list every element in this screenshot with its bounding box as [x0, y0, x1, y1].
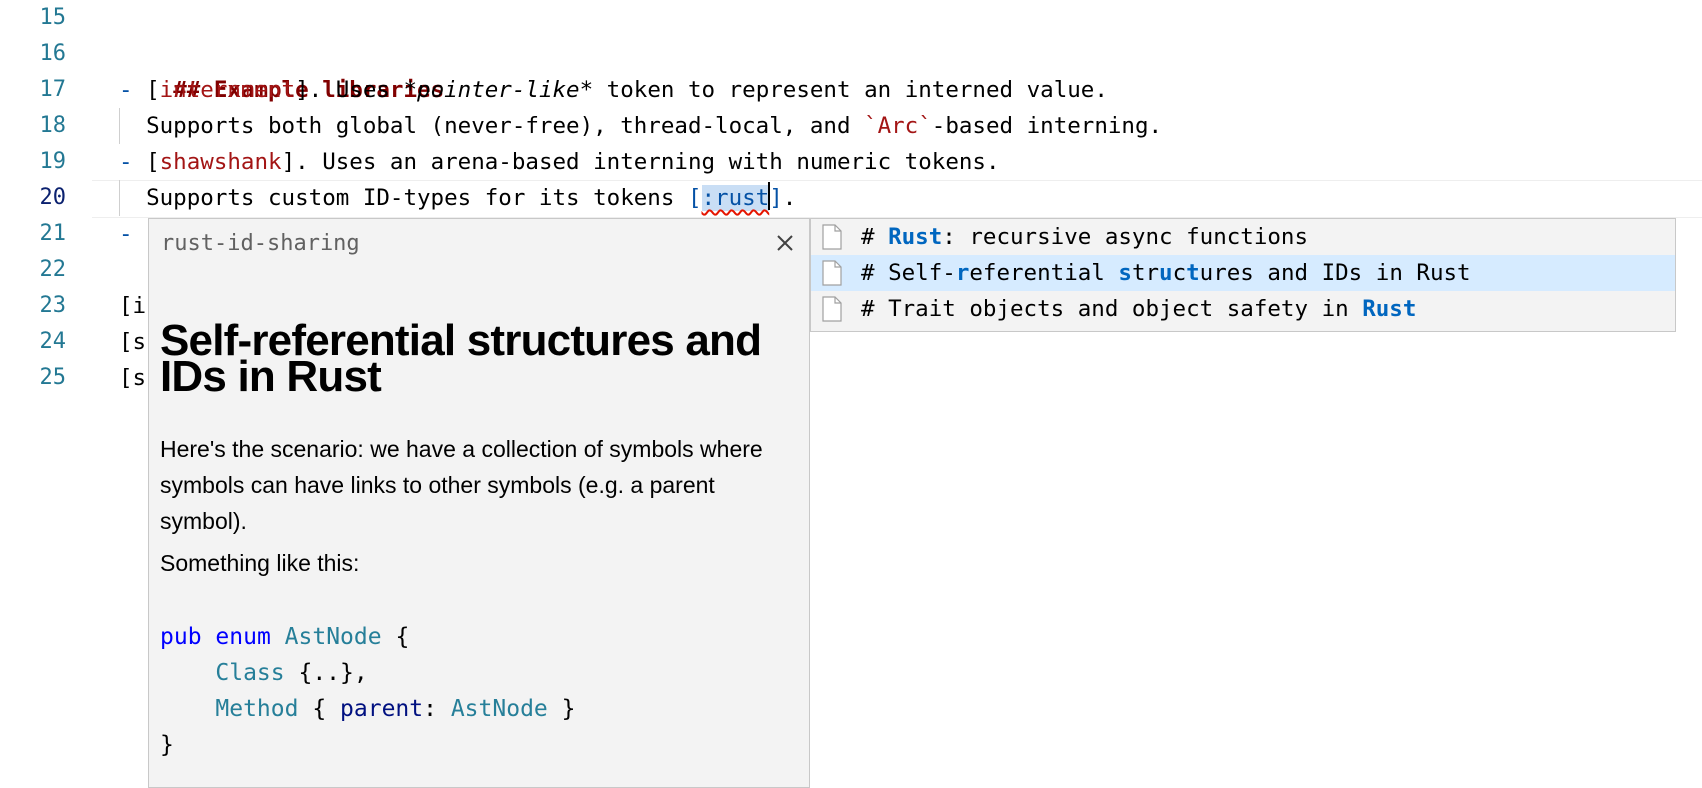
code-text: {	[298, 696, 341, 722]
code-text: :	[423, 696, 451, 722]
code-line: Method { parent: AstNode }	[160, 691, 575, 727]
editor-line-25[interactable]: [s	[119, 360, 146, 396]
editor-line-20[interactable]: Supports custom ID-types for its tokens …	[119, 180, 796, 216]
line-number: 19	[39, 149, 67, 174]
suggestion-item[interactable]: # Self-referential structures and IDs in…	[811, 255, 1675, 291]
suggestion-preview-panel: rust-id-sharing Self-referential structu…	[148, 218, 810, 788]
type-name: Class	[215, 660, 285, 686]
line-number-gutter: 15 16 17 18 19 20 21 22 23 24 25	[0, 0, 92, 778]
suggestion-text: #	[861, 224, 889, 250]
preview-title: rust-id-sharing	[161, 231, 360, 256]
match-highlight: Rust	[888, 224, 943, 250]
match-highlight: s	[1118, 260, 1132, 286]
preview-code-block: pub enum AstNode { Class {..}, Method { …	[160, 619, 575, 763]
file-icon	[822, 224, 842, 250]
suggestion-text: tr	[1131, 260, 1160, 286]
text-span: Supports both global (never-free), threa…	[119, 113, 865, 139]
editor-line-24[interactable]: [s	[119, 324, 146, 360]
code-text: {	[381, 624, 410, 650]
match-highlight: t	[1186, 260, 1200, 286]
code-line: Class {..},	[160, 655, 575, 691]
code-line: pub enum AstNode {	[160, 619, 575, 655]
keyword: pub	[160, 624, 202, 650]
code-line: }	[160, 727, 575, 763]
suggestion-label: # Self-referential structures and IDs in…	[861, 255, 1471, 291]
preview-heading: Self-referential structures and IDs in R…	[160, 316, 762, 401]
match-highlight: Rust	[1362, 296, 1417, 322]
suggestion-item[interactable]: # Rust: recursive async functions	[811, 219, 1675, 255]
suggestion-item[interactable]: # Trait objects and object safety in Rus…	[811, 291, 1675, 327]
line-number: 15	[39, 5, 67, 30]
inline-code: `Arc`	[864, 113, 932, 139]
type-name: AstNode	[450, 696, 548, 722]
code-text: }	[547, 696, 576, 722]
match-highlight: r	[955, 260, 970, 286]
close-icon	[777, 235, 793, 251]
line-number: 24	[39, 329, 67, 354]
suggestion-label: # Rust: recursive async functions	[861, 219, 1308, 255]
text-span: -based interning.	[931, 113, 1163, 139]
editor-line-23[interactable]: [i	[119, 288, 146, 324]
type-name: AstNode	[284, 624, 382, 650]
list-marker: -	[119, 221, 133, 247]
file-icon	[822, 260, 842, 286]
file-icon	[822, 296, 842, 322]
link-close-bracket: ]	[769, 185, 783, 211]
close-preview-button[interactable]	[771, 229, 799, 257]
line-number-current: 20	[39, 185, 67, 210]
list-marker: -	[119, 77, 133, 103]
line-number: 16	[39, 41, 67, 66]
text-span: [s	[119, 365, 147, 391]
preview-paragraph: Here's the scenario: we have a collectio…	[160, 436, 763, 534]
suggestion-text: # Self-	[861, 260, 956, 286]
type-name: Method	[215, 696, 299, 722]
text-span: [	[132, 149, 160, 175]
text-span: [	[132, 77, 160, 103]
preview-paragraph: Something like this:	[160, 550, 360, 576]
code-text: {..},	[284, 660, 368, 686]
text-span: Supports custom ID-types for its tokens	[119, 185, 688, 211]
link-reference: internment	[159, 77, 296, 103]
suggestion-text: ures and IDs in Rust	[1199, 260, 1471, 286]
text-span: [s	[119, 329, 147, 355]
list-marker: -	[119, 149, 133, 175]
editor-line-21[interactable]: -	[119, 216, 133, 252]
editor-line-18[interactable]: Supports both global (never-free), threa…	[119, 108, 1162, 144]
match-highlight: u	[1159, 260, 1173, 286]
line-number: 25	[39, 365, 67, 390]
suggestion-text: : recursive async functions	[942, 224, 1309, 250]
suggestion-text: c	[1172, 260, 1187, 286]
keyword: enum	[215, 624, 271, 650]
field-name: parent	[340, 696, 424, 722]
text-span: [i	[119, 293, 147, 319]
editor-line-16[interactable]: ## Example libraries	[119, 36, 444, 103]
code-text: }	[160, 732, 174, 758]
typed-link-query: :rust	[701, 185, 770, 211]
suggestion-list: # Rust: recursive async functions # Self-…	[810, 218, 1676, 332]
editor-line-19[interactable]: - [shawshank]. Uses an arena-based inter…	[119, 144, 1000, 180]
link-open-bracket: [	[687, 185, 702, 211]
line-number: 18	[39, 113, 67, 138]
text-span: ]. Uses	[295, 77, 404, 103]
line-number: 23	[39, 293, 67, 318]
line-number: 22	[39, 257, 67, 282]
text-span: .	[782, 185, 797, 211]
editor-line-17[interactable]: - [internment]. Uses *pointer-like* toke…	[119, 72, 1108, 108]
text-span: ]. Uses an arena-based interning with nu…	[281, 149, 1000, 175]
line-number: 21	[39, 221, 67, 246]
suggestion-text: # Trait objects and object safety in	[861, 296, 1363, 322]
link-reference: shawshank	[159, 149, 282, 175]
suggestion-text: eferential	[969, 260, 1119, 286]
line-number: 17	[39, 77, 67, 102]
emphasis-text: *pointer-like*	[403, 77, 594, 103]
suggestion-label: # Trait objects and object safety in Rus…	[861, 291, 1416, 327]
text-span: token to represent an interned value.	[593, 77, 1108, 103]
